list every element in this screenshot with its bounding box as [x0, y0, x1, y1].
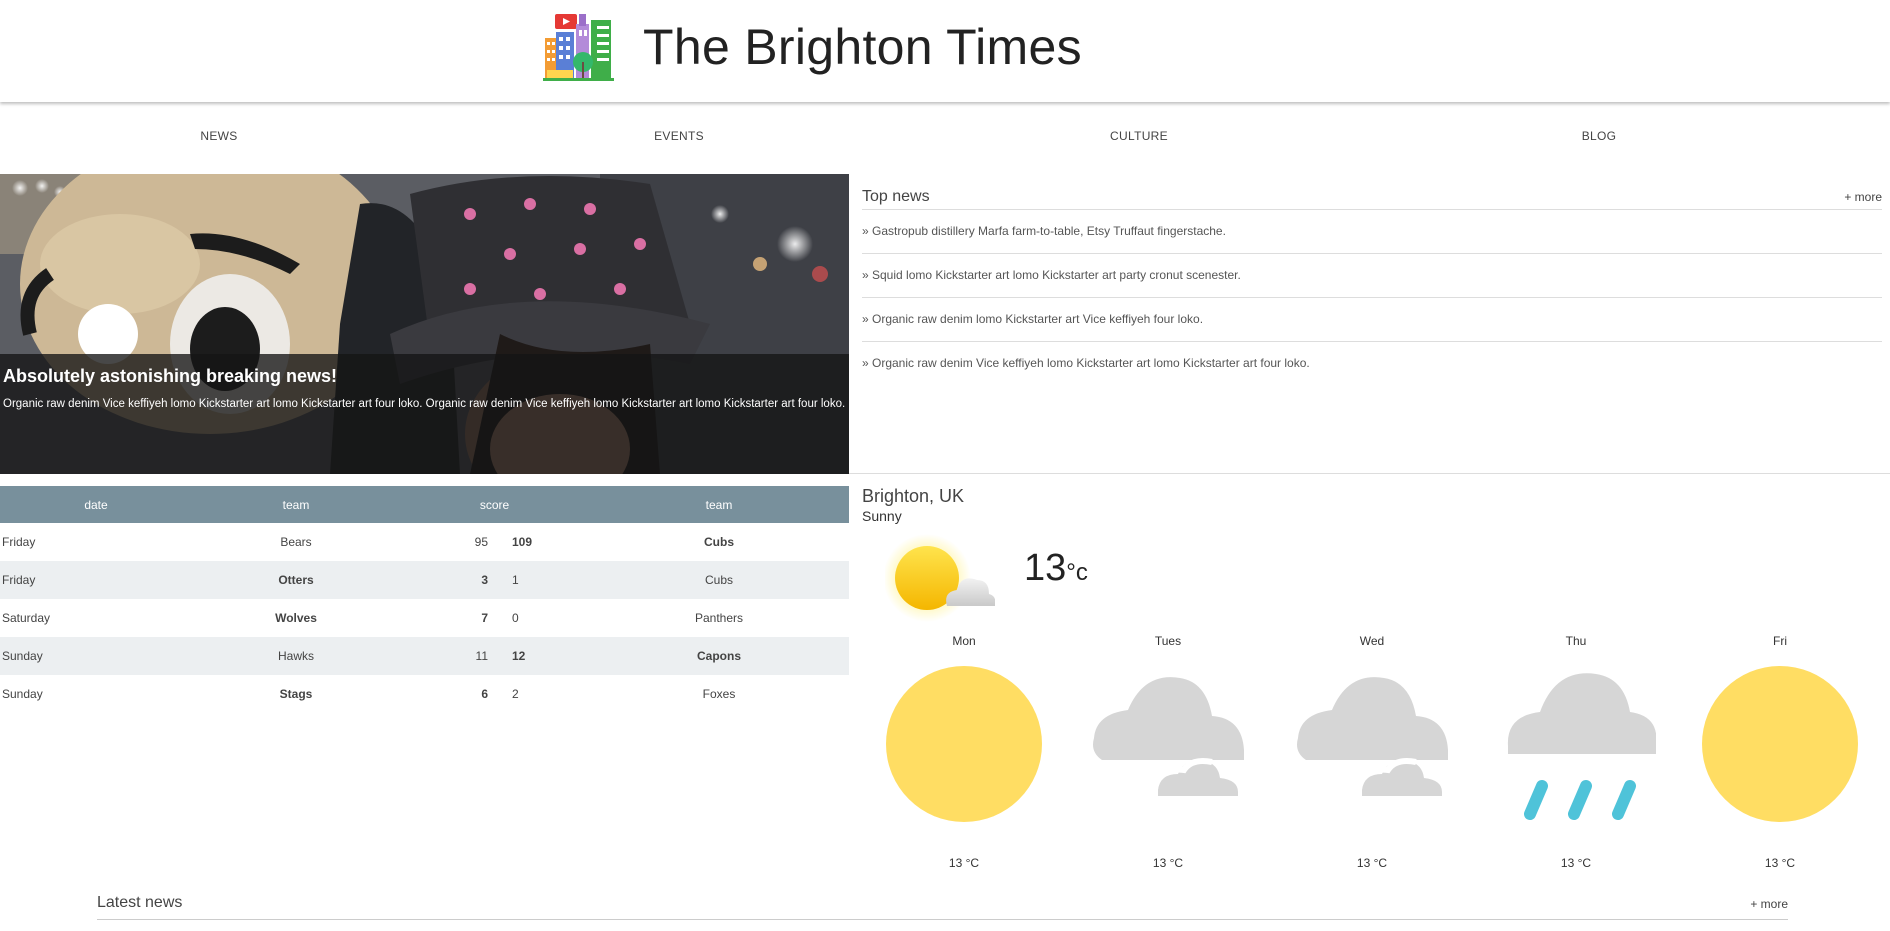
away-team-cell: Capons	[589, 637, 849, 675]
site-title: The Brighton Times	[643, 19, 1082, 75]
news-item[interactable]: » Squid lomo Kickstarter art lomo Kickst…	[862, 254, 1882, 298]
top-news-header: Top news + more	[862, 188, 1882, 210]
current-temp-value: 13	[1024, 547, 1067, 589]
forecast-day-name: Mon	[952, 634, 976, 648]
table-row: Sunday Hawks 11 12 Capons	[0, 637, 849, 675]
table-row: Friday Bears 95 109 Cubs	[0, 523, 849, 561]
nav-item-blog[interactable]: BLOG	[1582, 129, 1617, 143]
date-cell: Saturday	[2, 611, 51, 625]
cloudy-icon	[1093, 677, 1244, 796]
table-row: Saturday Wolves 7 0 Panthers	[0, 599, 849, 637]
col-header-score[interactable]: score	[400, 486, 589, 523]
latest-news: Latest news + more	[97, 894, 1788, 920]
date-cell: Friday	[0, 561, 192, 599]
away-score-cell: 2	[512, 687, 519, 701]
forecast-day: Wed 13 °C	[1287, 634, 1457, 870]
away-score-cell: 109	[512, 535, 533, 549]
weather-city: Brighton, UK	[862, 486, 965, 506]
forecast-temp: 13 °C	[948, 856, 980, 870]
table-row: Sunday Stags 6 2 Foxes	[0, 675, 849, 713]
forecast-day: Thu 13 °C	[1491, 634, 1661, 870]
forecast-day: Tues 13 °C	[1083, 634, 1253, 870]
forecast-day: Mon 13 °C	[879, 634, 1049, 870]
home-team-cell: Stags	[279, 687, 313, 701]
rain-icon	[1507, 673, 1656, 820]
date-cell: Sunday	[2, 687, 43, 701]
news-item[interactable]: » Organic raw denim lomo Kickstarter art…	[862, 298, 1882, 342]
scores-header-row: date team score team	[0, 486, 849, 523]
sun-behind-cloud-icon	[885, 534, 995, 622]
home-score-cell: 6	[481, 687, 488, 701]
home-team-cell: Bears	[280, 535, 312, 549]
top-news-title: Top news	[862, 188, 930, 205]
home-team-cell: Otters	[192, 561, 400, 599]
date-cell: Friday	[2, 535, 36, 549]
home-score-cell: 95	[474, 535, 488, 549]
col-header-team[interactable]: team	[192, 486, 400, 523]
col-header-team[interactable]: team	[589, 486, 849, 523]
away-score-cell: 0	[512, 611, 519, 625]
nav-item-culture[interactable]: CULTURE	[1110, 129, 1168, 143]
sun-icon	[1702, 666, 1858, 822]
away-team-cell: Foxes	[702, 687, 736, 701]
main-nav: NEWS EVENTS CULTURE BLOG	[0, 102, 1890, 172]
forecast-temp: 13 °C	[1152, 856, 1184, 870]
news-item[interactable]: » Organic raw denim Vice keffiyeh lomo K…	[862, 342, 1882, 386]
news-item[interactable]: » Gastropub distillery Marfa farm-to-tab…	[862, 210, 1882, 254]
weather-condition: Sunny	[862, 508, 902, 524]
away-team-cell: Panthers	[694, 611, 744, 625]
hero-title[interactable]: Absolutely astonishing breaking news!	[3, 366, 846, 387]
forecast-day-name: Tues	[1154, 634, 1182, 648]
away-team-cell: Cubs	[704, 535, 734, 549]
date-cell: Sunday	[0, 637, 192, 675]
home-score-cell: 7	[481, 611, 488, 625]
hero-story[interactable]: Absolutely astonishing breaking news! Or…	[0, 174, 849, 474]
forecast-temp: 13 °C	[1764, 856, 1796, 870]
forecast-temp: 13 °C	[1560, 856, 1592, 870]
latest-news-more-link[interactable]: + more	[1750, 897, 1788, 911]
away-team-cell: Cubs	[589, 561, 849, 599]
top-news: Top news + more » Gastropub distillery M…	[862, 188, 1882, 386]
col-header-date[interactable]: date	[0, 486, 192, 523]
nav-item-events[interactable]: EVENTS	[654, 129, 704, 143]
current-temperature: 13°c	[1024, 547, 1088, 590]
weather-widget: Brighton, UK Sunny 13°c Mon 13 °C Tues 1…	[849, 474, 1890, 879]
forecast-day: Fri 13 °C	[1695, 634, 1865, 870]
forecast-day-name: Wed	[1359, 634, 1385, 648]
top-news-more-link[interactable]: + more	[1844, 190, 1882, 204]
home-team-cell: Wolves	[275, 611, 317, 625]
latest-news-title: Latest news	[97, 894, 183, 911]
forecast-temp: 13 °C	[1356, 856, 1388, 870]
home-team-cell: Hawks	[192, 637, 400, 675]
away-score-cell: 1	[489, 561, 589, 599]
table-row: Friday Otters 3 1 Cubs	[0, 561, 849, 599]
forecast-day-name: Fri	[1773, 634, 1787, 648]
home-score-cell: 11	[400, 637, 489, 675]
home-score-cell: 3	[400, 561, 489, 599]
current-temp-unit: °c	[1066, 559, 1088, 586]
city-logo-icon[interactable]	[541, 10, 616, 82]
masthead: The Brighton Times	[0, 0, 1890, 102]
hero-caption: Absolutely astonishing breaking news! Or…	[0, 354, 849, 474]
scores-table: date team score team Friday Bears 95 109 Cub…	[0, 486, 849, 713]
forecast-day-name: Thu	[1565, 634, 1587, 648]
sun-icon	[886, 666, 1042, 822]
away-score-cell: 12	[489, 637, 589, 675]
cloudy-icon	[1297, 677, 1448, 796]
nav-item-news[interactable]: NEWS	[200, 129, 237, 143]
hero-summary: Organic raw denim Vice keffiyeh lomo Kic…	[3, 398, 846, 410]
